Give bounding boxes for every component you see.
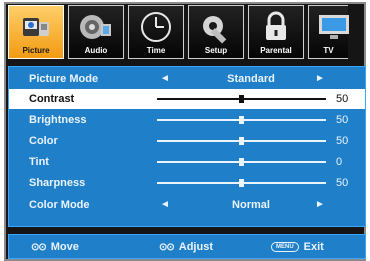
tint-label: Tint [29, 156, 49, 168]
brightness-slider[interactable] [157, 116, 326, 124]
color-row[interactable]: Color 50 [9, 131, 365, 151]
menu-tabs: Picture Audio Time Setup Parental TV [8, 5, 364, 61]
color-mode-row[interactable]: Color Mode ◄ Normal ► [9, 195, 365, 215]
exit-hint: MENU Exit [271, 241, 324, 253]
tab-picture[interactable]: Picture [8, 5, 64, 59]
clock-icon [141, 12, 171, 42]
color-mode-left-arrow-icon[interactable]: ◄ [160, 199, 170, 210]
sharpness-slider-knob[interactable] [239, 179, 244, 187]
contrast-label: Contrast [29, 93, 75, 105]
picture-mode-right-arrow-icon[interactable]: ► [315, 73, 325, 84]
sharpness-label: Sharpness [29, 177, 86, 189]
color-mode-right-arrow-icon[interactable]: ► [315, 199, 325, 210]
help-bar: ⊙⊙ Move ⊙⊙ Adjust MENU Exit [8, 234, 366, 259]
picture-mode-left-arrow-icon[interactable]: ◄ [160, 73, 170, 84]
tab-label: Time [146, 46, 166, 55]
picture-settings-panel: Picture Mode ◄ Standard ► Contrast 50 Br… [8, 66, 366, 227]
brightness-value: 50 [336, 114, 349, 126]
tab-setup[interactable]: Setup [188, 5, 244, 59]
tint-row[interactable]: Tint 0 [9, 152, 365, 172]
picture-mode-row[interactable]: Picture Mode ◄ Standard ► [9, 69, 365, 89]
contrast-slider-knob[interactable] [239, 95, 244, 103]
tab-label: Setup [204, 46, 228, 55]
tint-value: 0 [336, 156, 343, 168]
color-mode-label: Color Mode [29, 199, 90, 211]
picture-mode-value: Standard [227, 73, 275, 85]
left-right-icon: ⊙⊙ [159, 241, 175, 253]
tab-tv[interactable]: TV [308, 5, 349, 59]
color-mode-value: Normal [232, 199, 270, 211]
audio-icon [80, 15, 111, 39]
brightness-row[interactable]: Brightness 50 [9, 110, 365, 130]
adjust-hint: ⊙⊙ Adjust [159, 241, 213, 253]
up-down-icon: ⊙⊙ [31, 241, 47, 253]
color-slider-knob[interactable] [239, 137, 244, 145]
tab-label: Parental [260, 46, 292, 55]
tint-slider[interactable] [157, 158, 326, 166]
wrench-icon [203, 16, 227, 44]
picture-mode-label: Picture Mode [29, 73, 99, 85]
move-hint: ⊙⊙ Move [31, 241, 79, 253]
tint-slider-knob[interactable] [239, 158, 244, 166]
sharpness-row[interactable]: Sharpness 50 [9, 173, 365, 193]
adjust-label: Adjust [178, 241, 213, 253]
tab-audio[interactable]: Audio [68, 5, 124, 59]
contrast-row[interactable]: Contrast 50 [9, 89, 365, 109]
picture-icon [23, 18, 49, 36]
color-slider[interactable] [157, 137, 326, 145]
sharpness-value: 50 [336, 177, 349, 189]
tab-time[interactable]: Time [128, 5, 184, 59]
lock-icon [266, 11, 286, 40]
brightness-slider-knob[interactable] [239, 116, 244, 124]
contrast-value: 50 [336, 93, 349, 105]
menu-key-icon: MENU [271, 242, 299, 252]
move-label: Move [50, 241, 79, 253]
exit-label: Exit [303, 241, 324, 253]
tv-icon [319, 15, 349, 39]
tab-label: Audio [84, 46, 108, 55]
tab-parental[interactable]: Parental [248, 5, 304, 59]
tab-label: TV [323, 46, 334, 55]
color-label: Color [29, 135, 58, 147]
sharpness-slider[interactable] [157, 179, 326, 187]
color-value: 50 [336, 135, 349, 147]
tab-label: Picture [22, 46, 50, 55]
contrast-slider[interactable] [157, 95, 326, 103]
brightness-label: Brightness [29, 114, 87, 126]
